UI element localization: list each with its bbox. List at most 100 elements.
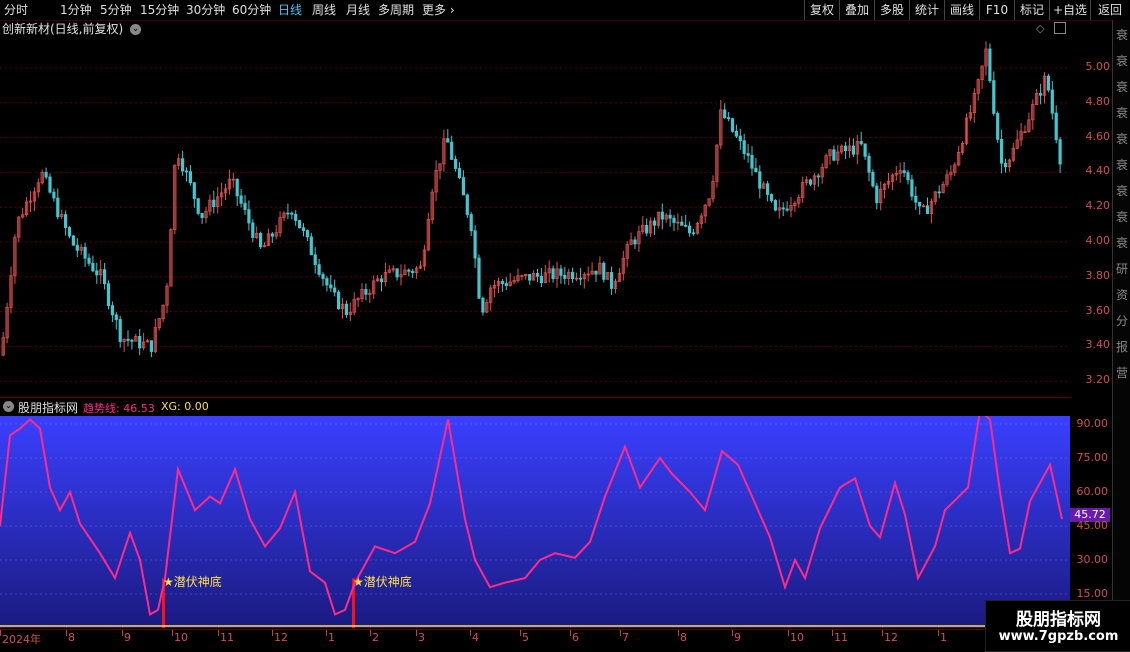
candle-body: [680, 221, 684, 226]
date-tick: 11: [220, 631, 234, 644]
period-tab-intraday[interactable]: 分时: [4, 2, 28, 18]
signal-label: ★潜伏神底: [163, 574, 222, 589]
f10-button[interactable]: F10: [979, 0, 1014, 20]
candle-body: [844, 145, 848, 152]
candle-body: [851, 145, 856, 155]
candle-body: [660, 211, 664, 220]
candle-body: [407, 269, 411, 272]
period-tab-5min[interactable]: 5分钟: [100, 2, 132, 18]
candle-body: [684, 224, 688, 227]
chevron-down-icon[interactable]: ⌄: [130, 24, 142, 35]
candlestick-chart[interactable]: [0, 38, 1070, 396]
candle-body: [457, 168, 462, 179]
candle-body: [578, 277, 583, 280]
back-button[interactable]: 返回: [1090, 0, 1129, 20]
date-tick-mark: [66, 630, 67, 636]
more-label: 更多: [422, 3, 447, 17]
period-tab-1min[interactable]: 1分钟: [60, 2, 92, 18]
candle-body: [528, 273, 532, 281]
candle-body: [785, 208, 789, 211]
statistics-button[interactable]: 统计: [909, 0, 944, 20]
chevron-down-icon[interactable]: ⌄: [3, 401, 14, 412]
candle-body: [652, 220, 657, 226]
candle-body: [48, 176, 52, 193]
stock-title[interactable]: 创新新材(日线,前复权): [2, 22, 123, 36]
indicator-chart[interactable]: ★潜伏神底 ★潜伏神底: [0, 416, 1070, 628]
candle-body: [1046, 75, 1050, 91]
toolbar: 分时 1分钟 5分钟 15分钟 30分钟 60分钟 日线 周线 月线 多周期 更…: [0, 0, 1130, 21]
period-tab-weekly[interactable]: 周线: [312, 2, 336, 18]
candle-body: [196, 198, 200, 214]
date-tick: 6: [572, 631, 579, 644]
overlay-button[interactable]: 叠加: [839, 0, 874, 20]
diamond-icon[interactable]: ◇: [1036, 22, 1044, 35]
candle-body: [832, 149, 836, 161]
candle-body: [477, 257, 481, 299]
candle-body: [688, 225, 692, 234]
candle-body: [602, 262, 606, 280]
price-tick: 5.00: [1085, 60, 1111, 73]
watermark: 股朋指标网 www.7gpzb.com: [985, 600, 1130, 652]
mark-button[interactable]: 标记: [1014, 0, 1049, 20]
candle-body: [305, 230, 310, 238]
draw-line-button[interactable]: 画线: [944, 0, 979, 20]
period-tab-daily[interactable]: 日线: [278, 2, 302, 18]
period-tab-multi[interactable]: 多周期: [378, 2, 414, 18]
watermark-url: www.7gpzb.com: [998, 629, 1119, 644]
candle-body: [1000, 138, 1004, 164]
date-tick-mark: [620, 630, 621, 636]
strip-char: 研: [1116, 262, 1129, 276]
indicator-name[interactable]: 股朋指标网: [18, 399, 78, 416]
candle-body: [395, 268, 399, 278]
strip-char: 报: [1116, 340, 1129, 354]
candle-body: [730, 118, 735, 132]
period-tab-monthly[interactable]: 月线: [346, 2, 370, 18]
date-tick: 5: [522, 631, 529, 644]
candle-body: [110, 305, 114, 316]
restore-rights-button[interactable]: 复权: [804, 0, 839, 20]
candle-body: [859, 141, 863, 145]
period-tab-15min[interactable]: 15分钟: [140, 2, 179, 18]
date-tick: 1: [940, 631, 947, 644]
candle-body: [243, 202, 247, 211]
candle-body: [149, 340, 153, 352]
candle-body: [937, 191, 941, 194]
candle-body: [727, 117, 731, 120]
candle-body: [130, 339, 134, 342]
candle-body: [118, 319, 122, 342]
date-tick-mark: [732, 630, 733, 636]
strip-char: 资: [1116, 288, 1129, 302]
date-tick: 8: [680, 631, 687, 644]
period-tab-more[interactable]: 更多 ›: [422, 2, 455, 18]
strip-char: 分: [1116, 314, 1129, 328]
candle-body: [309, 236, 313, 256]
candle-body: [871, 171, 875, 187]
indicator-tick: 60.00: [1076, 485, 1109, 498]
candle-body: [446, 138, 450, 143]
candle-body: [321, 274, 325, 279]
chart-title: 创新新材(日线,前复权) ⌄: [2, 21, 142, 37]
date-tick: 8: [68, 631, 75, 644]
candle-body: [610, 272, 614, 289]
indicator-tick: 90.00: [1076, 417, 1109, 430]
candle-body: [1039, 93, 1043, 96]
window-toggle-icon[interactable]: [1054, 22, 1066, 34]
period-tab-60min[interactable]: 60分钟: [232, 2, 271, 18]
candle-body: [746, 153, 750, 156]
price-tick: 4.60: [1085, 129, 1111, 143]
strip-char: 衰: [1116, 236, 1129, 250]
candle-body: [469, 214, 473, 232]
date-tick-mark: [678, 630, 679, 636]
add-watchlist-button[interactable]: +自选: [1049, 0, 1090, 20]
candle-body: [126, 338, 130, 341]
candle-body: [364, 289, 368, 295]
candle-body: [808, 179, 813, 185]
period-tab-30min[interactable]: 30分钟: [186, 2, 225, 18]
chevron-right-icon: ›: [446, 3, 455, 17]
candle-body: [769, 194, 774, 201]
date-tick: 2024年: [2, 633, 41, 646]
candle-body: [247, 209, 251, 224]
signal-label: ★潜伏神底: [353, 574, 412, 589]
candle-body: [551, 268, 555, 280]
multi-stock-button[interactable]: 多股: [874, 0, 909, 20]
